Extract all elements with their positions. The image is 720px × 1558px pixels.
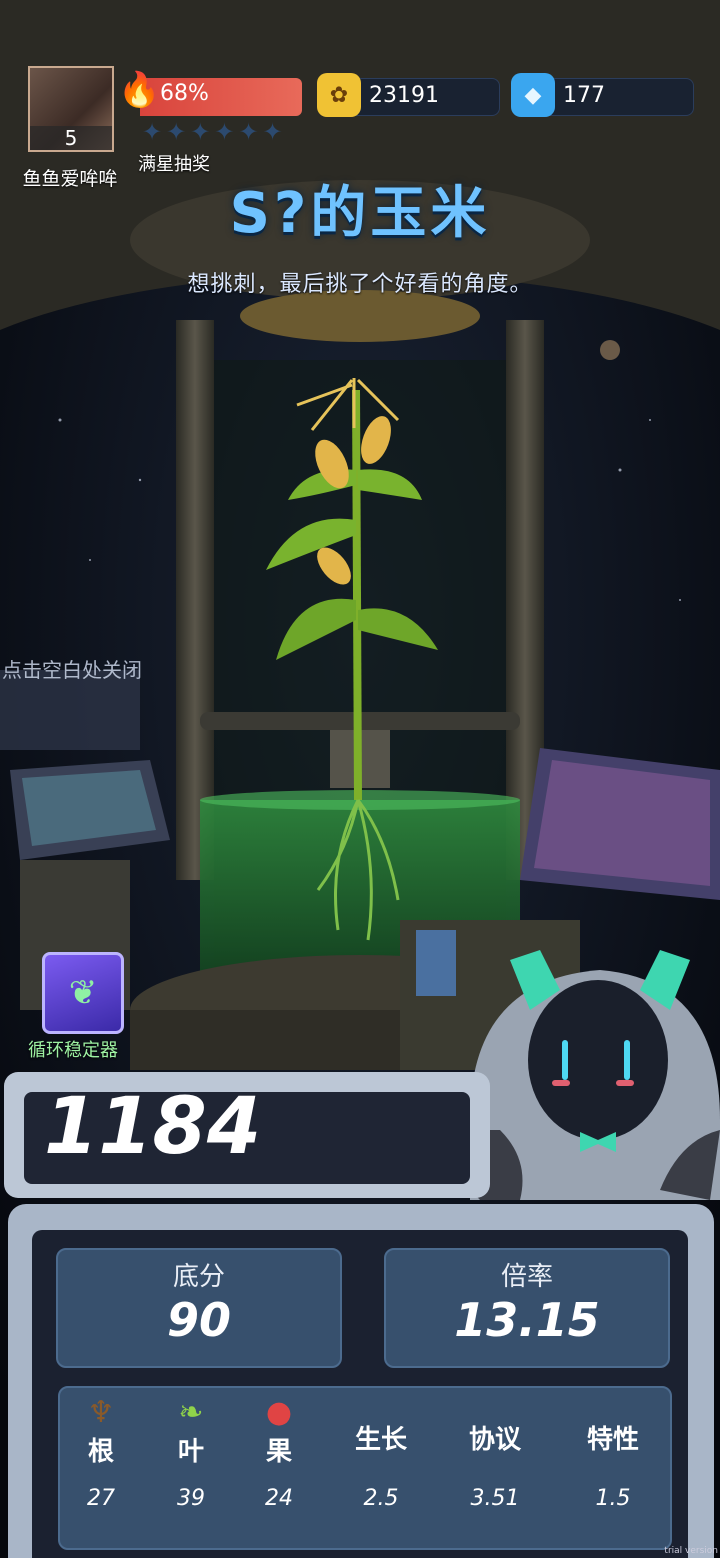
attribute-label: 特性 [586,1425,639,1455]
plant-title: S?的玉米 [229,181,491,246]
attribute-leaf: ❧ 叶 39 [146,1394,236,1511]
star-icon: ✦ [166,118,187,146]
base-score-label: 底分 [172,1262,225,1292]
attribute-value: 1.5 [595,1486,631,1511]
total-score: 1184 [44,1082,262,1172]
cycle-stabilizer-button[interactable]: ❦ [42,952,124,1034]
attribute-value: 39 [177,1486,205,1511]
attribute-protocol: 协议 3.51 [450,1420,540,1511]
attribute-fruit: ● 果 24 [234,1394,324,1511]
apple-icon: ● [265,1395,293,1430]
heat-percent: 68% [160,81,209,106]
star-icon: ✦ [238,118,259,146]
gold-currency[interactable]: ✿ 23191 [317,73,500,117]
blue-gem-icon: ◆ [511,73,555,117]
attribute-label: 果 [265,1437,292,1467]
multiplier-value: 13.15 [454,1293,600,1347]
attribute-label: 生长 [354,1425,407,1455]
plant-description: 想挑刺，最后挑了个好看的角度。 [187,272,533,297]
attribute-root: ♆ 根 27 [56,1394,146,1511]
star-icon: ✦ [142,118,163,146]
base-score-card: 底分 90 [56,1248,342,1368]
player-level: 5 [30,126,112,150]
multiplier-card: 倍率 13.15 [384,1248,670,1368]
leaf-cycle-icon: ❦ [68,973,98,1013]
star-icon: ✦ [214,118,235,146]
leaf-icon: ❧ [178,1395,204,1430]
multiplier-label: 倍率 [500,1262,553,1292]
gold-amount: 23191 [369,83,439,108]
attribute-growth: 生长 2.5 [336,1420,426,1511]
base-score-value: 90 [166,1293,231,1347]
attribute-label: 叶 [177,1437,204,1467]
star-rating: ✦ ✦ ✦ ✦ ✦ ✦ [142,120,283,144]
flame-icon: 🔥 [118,70,161,110]
attribute-label: 根 [87,1437,114,1467]
gem-amount: 177 [563,83,605,108]
star-icon: ✦ [262,118,283,146]
player-avatar[interactable]: 5 [28,66,114,152]
attribute-value: 3.51 [470,1486,520,1511]
gold-coin-icon: ✿ [317,73,361,117]
gem-currency[interactable]: ◆ 177 [511,73,694,117]
attribute-label: 协议 [468,1425,521,1455]
close-hint[interactable]: 点击空白处关闭 [2,654,142,683]
heat-progress-bar[interactable]: 68% [140,78,302,116]
attribute-value: 2.5 [363,1486,399,1511]
attribute-value: 27 [87,1486,115,1511]
cycle-stabilizer-label: 循环稳定器 [28,1040,118,1061]
attribute-value: 24 [265,1486,293,1511]
attribute-trait: 特性 1.5 [568,1420,658,1511]
star-icon: ✦ [190,118,211,146]
watermark: trial version [664,1546,718,1556]
root-icon: ♆ [87,1395,115,1430]
